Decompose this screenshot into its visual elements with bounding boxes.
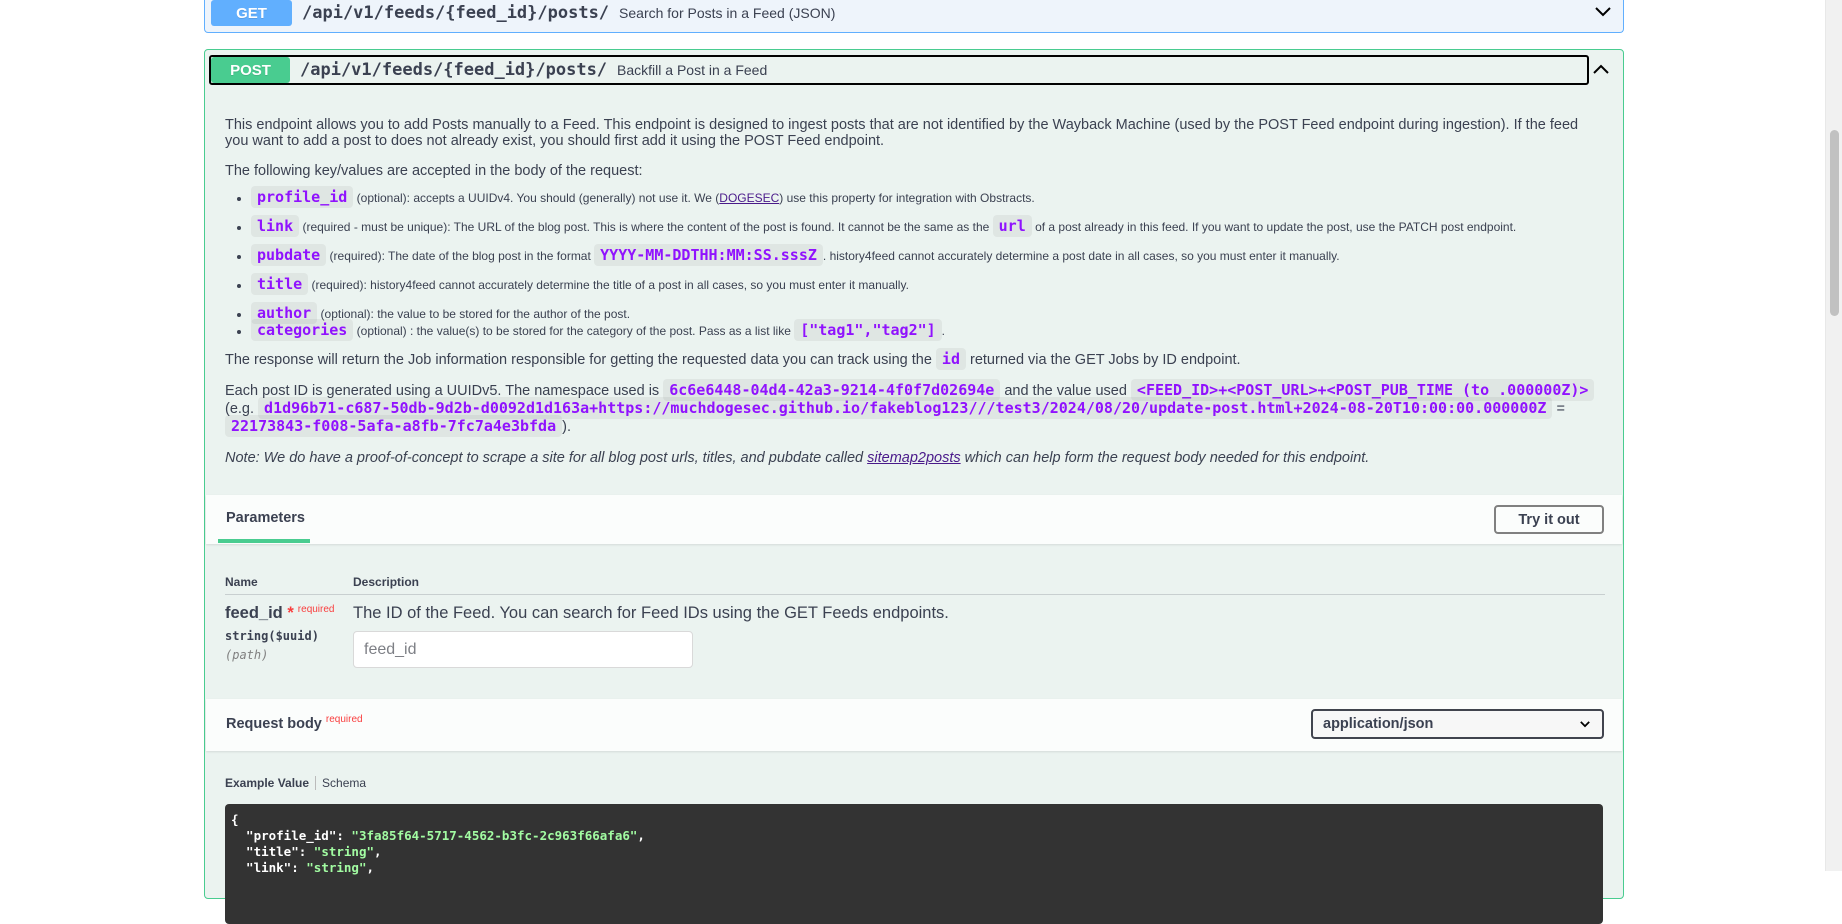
param-type: string($uuid): [225, 629, 319, 643]
scrollbar-thumb[interactable]: [1830, 130, 1839, 316]
column-description: Description: [353, 575, 420, 589]
operation-path: /api/v1/feeds/{feed_id}/posts/: [300, 60, 608, 80]
item-text: of a post already in this feed. If you w…: [1031, 220, 1517, 234]
method-badge-get: GET: [211, 0, 292, 26]
item-text: (required - must be unique): The URL of …: [299, 220, 993, 234]
param-location: (path): [225, 648, 269, 662]
json-key: "link":: [231, 860, 307, 875]
text: Note: We do have a proof-of-concept to s…: [225, 450, 868, 466]
key-code: pubdate: [251, 244, 327, 266]
dogesec-link[interactable]: DOGESEC: [719, 191, 779, 205]
chevron-up-icon[interactable]: [1591, 59, 1611, 79]
list-item: profile_id (optional): accepts a UUIDv4.…: [251, 186, 1605, 208]
list-item: title (required): history4feed cannot ac…: [251, 273, 1605, 295]
param-name: feed_id * required: [225, 604, 335, 623]
inline-code: url: [992, 215, 1032, 237]
parameters-table: Name Description feed_id * required strin…: [225, 575, 1605, 675]
operation-summary: Search for Posts in a Feed (JSON): [619, 5, 836, 21]
table-header: Name Description: [225, 575, 1605, 595]
item-text: (required): The date of the blog post in…: [326, 249, 595, 263]
json-comma: ,: [366, 860, 375, 875]
json-comma: ,: [637, 828, 645, 843]
example-tabs: Example Value Schema: [225, 776, 366, 790]
param-description: The ID of the Feed. You can search for F…: [353, 604, 949, 622]
get-posts-operation[interactable]: GET /api/v1/feeds/{feed_id}/posts/ Searc…: [204, 0, 1624, 33]
title-text: Request body: [226, 716, 322, 732]
tab-parameters[interactable]: Parameters: [226, 510, 305, 526]
code-line: "profile_id": "3fa85f64-5717-4562-b3fc-2…: [231, 828, 1597, 844]
active-tab-indicator: [218, 539, 310, 543]
text: which can help form the request body nee…: [960, 450, 1370, 466]
json-key: "profile_id":: [231, 828, 352, 843]
item-text: (optional): the value to be stored for t…: [317, 307, 631, 321]
item-text: ) use this property for integration with…: [779, 191, 1035, 205]
inline-code: 22173843-f008-5afa-a8fb-7fc7a4e3bfda: [225, 415, 563, 437]
post-backfill-operation: POST /api/v1/feeds/{feed_id}/posts/ Back…: [204, 49, 1624, 924]
key-code: link: [251, 215, 300, 237]
tab-schema[interactable]: Schema: [322, 776, 366, 790]
json-value: "3fa85f64-5717-4562-b3fc-2c963f66afa6": [351, 828, 638, 843]
operation-header[interactable]: POST /api/v1/feeds/{feed_id}/posts/ Back…: [209, 55, 1589, 85]
operation-path: /api/v1/feeds/{feed_id}/posts/: [302, 3, 610, 23]
item-text: .: [941, 324, 946, 338]
sitemap2posts-link[interactable]: sitemap2posts: [867, 450, 961, 466]
code-line: {: [231, 812, 239, 827]
method-badge-post: POST: [211, 57, 290, 83]
parameters-header: Parameters Try it out: [206, 495, 1622, 544]
tab-example-value[interactable]: Example Value: [225, 776, 309, 790]
response-text: The response will return the Job informa…: [225, 348, 1605, 370]
example-code-block[interactable]: { "profile_id": "3fa85f64-5717-4562-b3fc…: [225, 804, 1603, 924]
list-item: link (required - must be unique): The UR…: [251, 215, 1605, 237]
json-value: "string": [306, 860, 367, 875]
operation-description: This endpoint allows you to add Posts ma…: [225, 117, 1605, 480]
note-text: Note: We do have a proof-of-concept to s…: [225, 450, 1605, 466]
vertical-scrollbar[interactable]: [1825, 0, 1842, 871]
table-row: feed_id * required string($uuid) (path) T…: [225, 595, 1605, 675]
key-code: categories: [251, 319, 354, 341]
json-key: "title":: [231, 844, 314, 859]
item-text: (optional): accepts a UUIDv4. You should…: [353, 191, 720, 205]
item-text: (optional) : the value(s) to be stored f…: [353, 324, 795, 338]
request-body-title: Request body required: [226, 714, 363, 732]
json-value: "string": [313, 844, 375, 859]
body-keys-list: profile_id (optional): accepts a UUIDv4.…: [225, 186, 1605, 341]
tab-divider: [315, 776, 317, 790]
param-name-text: feed_id: [225, 604, 283, 622]
intro-text: This endpoint allows you to add Posts ma…: [225, 117, 1579, 149]
json-comma: ,: [374, 844, 382, 859]
text: ).: [562, 419, 571, 435]
required-star: *: [287, 604, 294, 622]
request-body-header: Request body required application/json: [206, 699, 1622, 751]
required-label: required: [325, 714, 363, 725]
uuid-text: Each post ID is generated using a UUIDv5…: [225, 379, 1605, 437]
key-code: profile_id: [251, 186, 354, 208]
chevron-down-icon: [1580, 721, 1590, 728]
content-type-select[interactable]: application/json: [1311, 709, 1604, 739]
selected-content-type: application/json: [1323, 716, 1434, 732]
required-label: required: [297, 604, 335, 615]
code-line: "link": "string",: [231, 860, 1597, 876]
try-it-out-button[interactable]: Try it out: [1494, 505, 1604, 534]
column-name: Name: [225, 575, 258, 589]
inline-code: id: [935, 348, 966, 370]
text: The response will return the Job informa…: [225, 352, 936, 368]
item-text: (required): history4feed cannot accurate…: [308, 278, 909, 292]
inline-code: ["tag1","tag2"]: [794, 319, 942, 341]
text: =: [1552, 401, 1565, 417]
list-item: categories (optional) : the value(s) to …: [251, 319, 1605, 341]
list-item: pubdate (required): The date of the blog…: [251, 244, 1605, 266]
code-line: "title": "string",: [231, 844, 1597, 860]
kv-intro-text: The following key/values are accepted in…: [225, 163, 643, 179]
inline-code: YYYY-MM-DDTHH:MM:SS.sssZ: [594, 244, 823, 266]
operation-summary: Backfill a Post in a Feed: [617, 62, 768, 78]
key-code: title: [251, 273, 309, 295]
item-text: . history4feed cannot accurately determi…: [822, 249, 1340, 263]
text: returned via the GET Jobs by ID endpoint…: [965, 352, 1241, 368]
chevron-down-icon[interactable]: [1593, 2, 1613, 22]
feed-id-input[interactable]: [353, 631, 693, 668]
